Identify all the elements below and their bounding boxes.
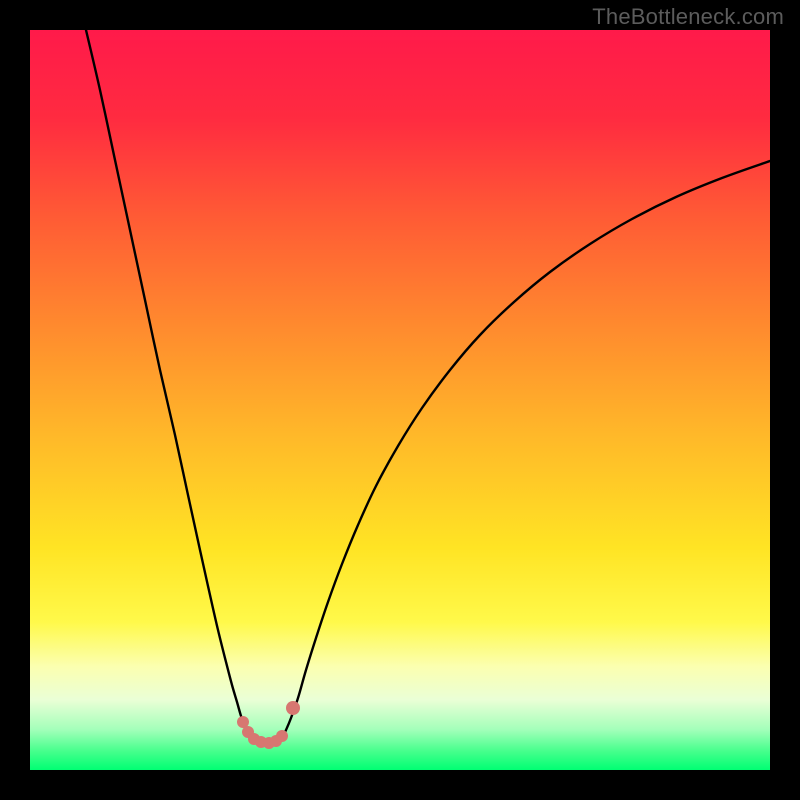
chart-svg [30,30,770,770]
data-dots [237,701,300,749]
data-dot [276,730,288,742]
chart-area [30,30,770,770]
data-dot [286,701,300,715]
bottleneck-curve [86,30,770,743]
watermark-text: TheBottleneck.com [592,4,784,30]
